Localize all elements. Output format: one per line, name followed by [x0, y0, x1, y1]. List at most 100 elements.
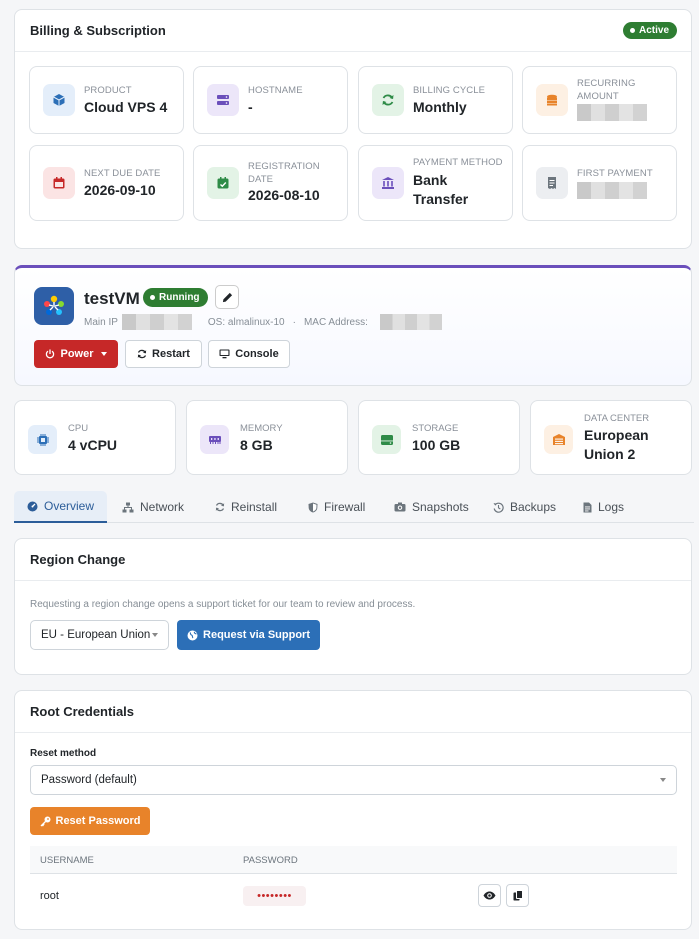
vm-status-text: Running [159, 292, 200, 303]
vm-meta: Main IP OS: almalinux-10 · MAC Address: [84, 314, 442, 330]
redacted-mac [379, 314, 442, 330]
stat-label: DATA CENTER [584, 413, 650, 424]
reset-password-button[interactable]: Reset Password [30, 807, 150, 835]
restart-label: Restart [152, 348, 190, 360]
tab-label: Backups [510, 500, 557, 514]
tile-value [577, 182, 670, 204]
tile-value: Cloud VPS 4 [84, 99, 168, 115]
redacted-value [577, 182, 647, 199]
calendar-icon [43, 167, 75, 199]
tile-first-payment: FIRST PAYMENT [522, 145, 677, 221]
tab-label: Overview [43, 499, 94, 513]
tile-payment-method: PAYMENT METHOD Bank Transfer [358, 145, 513, 221]
receipt-icon [536, 167, 568, 199]
pencil-icon [222, 292, 232, 302]
billing-card: Billing & Subscription Active PRODUCT Cl… [14, 9, 692, 249]
restart-icon [137, 349, 147, 359]
tile-label: BILLING CYCLE [413, 85, 486, 96]
root-credentials-card: Root Credentials Reset method Password (… [14, 690, 692, 930]
almalinux-logo-icon [34, 287, 74, 325]
tile-recurring-amount: RECURRING AMOUNT [522, 66, 677, 134]
separator: · [292, 316, 296, 328]
region-change-card: Region Change Requesting a region change… [14, 538, 692, 675]
tab-backups[interactable]: Backups [480, 491, 569, 523]
tile-value [577, 104, 670, 126]
show-password-button[interactable] [478, 884, 501, 907]
username-cell: root [40, 890, 59, 902]
tab-reinstall[interactable]: Reinstall [202, 491, 290, 523]
camera-icon [394, 502, 406, 512]
monitor-icon [219, 349, 230, 359]
tile-label: PRODUCT [84, 85, 132, 96]
tile-next-due-date: NEXT DUE DATE 2026-09-10 [29, 145, 184, 221]
billing-title: Billing & Subscription [15, 10, 691, 52]
credentials-table-header: USERNAME PASSWORD [30, 846, 677, 874]
redacted-value [577, 104, 647, 121]
tile-value: Bank Transfer [413, 172, 469, 207]
tab-label: Logs [598, 500, 625, 514]
tab-snapshots[interactable]: Snapshots [381, 491, 482, 523]
creds-title: Root Credentials [15, 691, 691, 733]
stat-value: 8 GB [240, 437, 273, 453]
tile-value: 2026-08-10 [248, 187, 320, 203]
status-text: Active [638, 25, 669, 36]
request-support-label: Request via Support [203, 629, 310, 641]
power-button[interactable]: Power [34, 340, 118, 368]
reinstall-icon [215, 502, 225, 512]
tab-label: Network [140, 500, 185, 514]
status-dot [629, 28, 635, 33]
tab-label: Firewall [324, 500, 366, 514]
tab-firewall[interactable]: Firewall [295, 491, 378, 523]
tile-hostname: HOSTNAME - [193, 66, 348, 134]
copy-password-button[interactable] [506, 884, 529, 907]
tile-label: NEXT DUE DATE [84, 168, 161, 179]
power-icon [46, 349, 55, 359]
os-label: OS: almalinux-10 [207, 316, 285, 328]
region-select[interactable]: EU - European Union [30, 620, 169, 650]
shield-icon [308, 502, 318, 512]
history-icon [493, 502, 504, 513]
reset-method-select[interactable]: Password (default) [30, 765, 677, 795]
tile-label: PAYMENT METHOD [413, 157, 503, 168]
edit-name-button[interactable] [215, 285, 239, 309]
eye-icon [483, 891, 496, 900]
cube-icon [43, 84, 75, 116]
tile-product: PRODUCT Cloud VPS 4 [29, 66, 184, 134]
tile-billing-cycle: BILLING CYCLE Monthly [358, 66, 513, 134]
region-selected: EU - European Union [41, 629, 151, 641]
reset-method-selected: Password (default) [41, 774, 137, 786]
tab-network[interactable]: Network [109, 491, 197, 523]
tile-value: Monthly [413, 99, 467, 115]
tile-value: 2026-09-10 [84, 182, 156, 198]
stat-datacenter: DATA CENTER European Union 2 [530, 400, 692, 475]
chevron-down-icon [660, 778, 666, 782]
redacted-ip [121, 314, 192, 330]
console-button[interactable]: Console [208, 340, 290, 368]
tile-label: REGISTRATION DATE [248, 161, 320, 185]
column-username: USERNAME [40, 855, 94, 866]
mac-label: MAC Address: [303, 316, 368, 328]
dashboard-icon [27, 501, 38, 511]
coins-icon [536, 84, 568, 116]
region-title: Region Change [15, 539, 691, 581]
calendar-check-icon [207, 167, 239, 199]
region-help-text: Requesting a region change opens a suppo… [30, 599, 416, 610]
datacenter-icon [544, 425, 573, 454]
reset-password-label: Reset Password [55, 815, 141, 827]
vm-name: testVM [84, 289, 140, 308]
stat-label: CPU [68, 423, 89, 434]
chevron-down-icon [152, 633, 158, 637]
status-dot [150, 295, 155, 300]
tab-overview[interactable]: Overview [14, 491, 107, 523]
console-label: Console [235, 348, 279, 360]
vm-status-badge: Running [143, 288, 208, 307]
reset-method-label: Reset method [30, 748, 97, 759]
password-mask: •••••••• [243, 886, 306, 906]
request-support-button[interactable]: Request via Support [177, 620, 320, 650]
stat-value: 4 vCPU [68, 437, 118, 453]
tab-logs[interactable]: Logs [570, 491, 637, 523]
tab-label: Snapshots [412, 500, 469, 514]
tab-bar: Overview Network Reinstall Firewall Snap… [14, 491, 694, 523]
bank-icon [372, 167, 404, 199]
restart-button[interactable]: Restart [125, 340, 202, 368]
